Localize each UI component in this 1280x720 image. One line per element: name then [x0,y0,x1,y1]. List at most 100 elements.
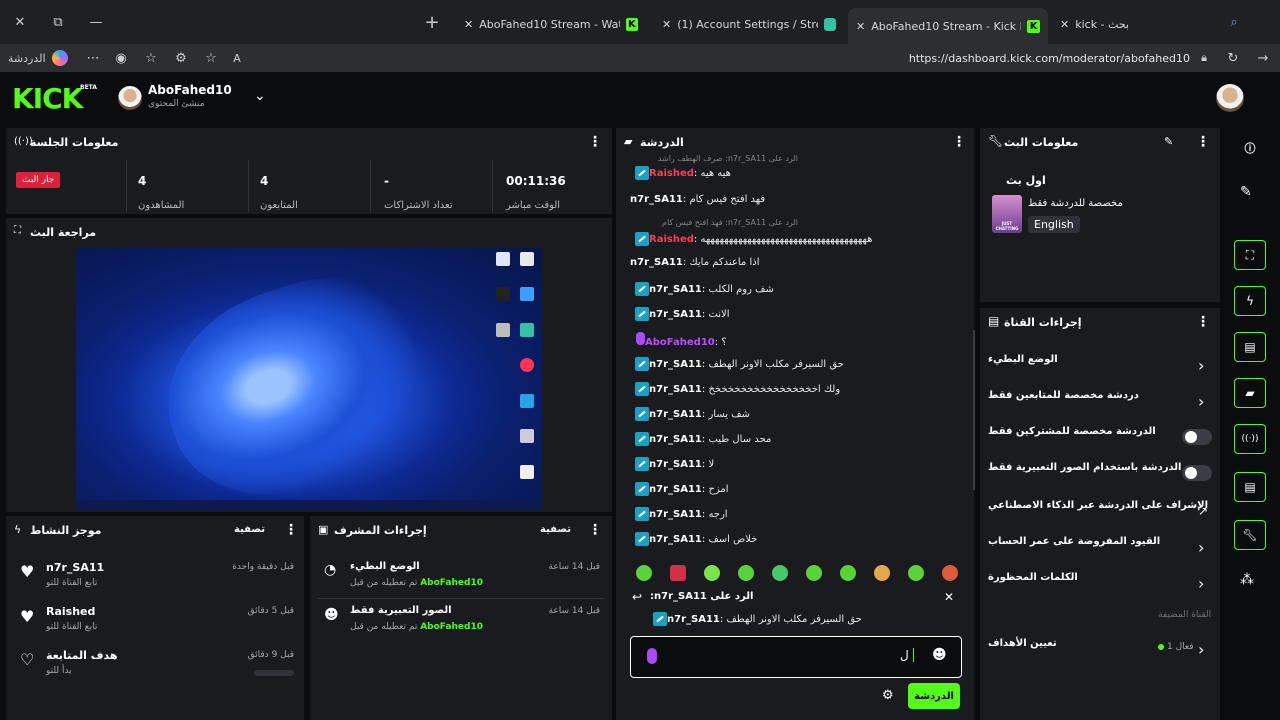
chat-username[interactable]: n7r_SA11 [630,257,683,268]
emotes-only-toggle[interactable] [1182,465,1212,481]
close-tab-icon[interactable]: ✕ [1060,18,1069,31]
kick-logo[interactable]: KICK [12,82,83,115]
read-aloud-icon[interactable]: A [228,48,246,68]
activity-menu-icon[interactable]: ⋮ [284,522,298,538]
edit-icon[interactable]: ✎ [1164,135,1173,148]
mic-icon[interactable] [647,648,657,664]
close-tab-icon[interactable]: ✕ [464,18,473,31]
avatar[interactable] [118,86,142,110]
chat-text: امزح [708,484,729,495]
chat-text: الانت [708,309,730,320]
category-thumbnail-text: JUST CHATTING [995,221,1019,231]
emote-icon[interactable] [772,565,788,581]
close-window-icon[interactable]: ✕ [10,12,30,32]
mod-menu-icon[interactable]: ⋮ [588,522,602,538]
chat-username[interactable]: n7r_SA11 [630,194,683,205]
chat-username[interactable]: n7r_SA11 [649,434,702,445]
chat-username[interactable]: n7r_SA11 [649,534,702,545]
chevron-down-icon[interactable]: ⌄ [254,88,266,104]
add-favorite-icon[interactable]: ☆ [202,48,220,68]
activity-feed-toggle[interactable]: ϟ [1234,286,1266,316]
emote-icon[interactable] [874,565,890,581]
emote-icon[interactable] [670,565,686,581]
favorites-icon[interactable]: ☆ [142,48,160,68]
stream-info-menu-icon[interactable]: ⋮ [1196,134,1210,150]
stream-info-toggle[interactable]: 🔧︎ [1234,520,1266,550]
activity-filter-button[interactable]: تصفية [234,524,265,535]
stream-category[interactable]: مخصصة للدردشة فقط [1028,198,1123,209]
channel-action-row[interactable]: الوضع البطيء › [986,354,1212,378]
emote-icon[interactable] [806,565,822,581]
new-tab-icon[interactable]: + [422,12,442,33]
tab-label: AboFahed10 Stream - Watch Live [479,17,620,31]
chat-menu-icon[interactable]: ⋮ [952,134,966,150]
stream-preview-toggle[interactable]: ⛶ [1234,240,1266,270]
tab-kick-dashboard[interactable]: ✕ AboFahed10 Stream - Kick Dashb K [848,8,1048,44]
set-goals-row[interactable]: تعيين الأهداف فعال 1 › [986,638,1212,662]
chat-message: n7r_SA11: لا [630,457,714,471]
close-tab-icon[interactable]: ✕ [662,18,671,31]
chat-username[interactable]: n7r_SA11 [649,459,702,470]
stream-preview-video[interactable] [76,248,542,510]
reload-icon[interactable]: ↻ [1224,48,1242,68]
mod-action-user: AboFahed10 [420,622,483,632]
chat-username[interactable]: n7r_SA11 [649,284,702,295]
restore-window-icon[interactable]: ⧉ [48,12,68,32]
edit-layout-icon[interactable]: ✎ [1240,184,1252,200]
session-menu-icon[interactable]: ⋮ [588,134,602,150]
chat-username[interactable]: n7r_SA11 [649,509,702,520]
chat-username[interactable]: n7r_SA11 [649,409,702,420]
channel-action-row[interactable]: الإشراف على الدردشة عبر الذكاء الاصطناعي… [986,500,1212,524]
chat-username[interactable]: n7r_SA11 [649,384,702,395]
channel-action-row[interactable]: الكلمات المحظورة › [986,572,1212,596]
emote-icon[interactable] [908,565,924,581]
chat-text: محد سال طيب [708,434,772,445]
close-tab-icon[interactable]: ✕ [856,20,865,33]
close-reply-icon[interactable]: ✕ [944,590,954,604]
channel-action-label: القيود المفروضة على عمر الحساب [988,536,1161,547]
channel-action-row[interactable]: القيود المفروضة على عمر الحساب › [986,536,1212,560]
mod-badge-icon [635,166,649,180]
emoji-picker-icon[interactable]: ☻ [932,647,947,663]
chat-username[interactable]: n7r_SA11 [649,484,702,495]
tab-watch-live[interactable]: ✕ AboFahed10 Stream - Watch Live K [456,10,646,38]
subs-label: تعداد الاشتراكات [384,200,453,211]
search-tabs-icon[interactable]: ⌕ [1224,12,1244,32]
mod-filter-button[interactable]: تصفية [540,524,571,535]
subscribers-only-toggle[interactable] [1182,429,1212,445]
tab-streamlabs[interactable]: ✕ (1) Account Settings / Streamlabs [654,10,844,38]
chat-username[interactable]: n7r_SA11 [649,359,702,370]
emote-icon[interactable] [704,565,720,581]
chat-username[interactable]: AboFahed10 [645,337,715,348]
chat-copilot-button[interactable]: الدردشة [8,48,68,68]
emote-icon[interactable] [942,565,958,581]
reply-to-label: الرد على n7r_SA11: [650,591,754,602]
minimize-window-icon[interactable]: — [86,12,106,32]
preview-icon: ⛶ [14,225,21,236]
session-info-toggle[interactable]: ((·)) [1234,424,1266,454]
send-chat-button[interactable]: الدردشة [908,683,960,709]
chat-settings-icon[interactable]: ⚙ [882,688,894,703]
mod-actions-toggle[interactable]: ▤ [1234,332,1266,362]
emote-icon[interactable] [840,565,856,581]
info-icon[interactable]: ⓘ [1240,138,1260,158]
language-tag: English [1028,216,1080,233]
channel-actions-menu-icon[interactable]: ⋮ [1196,314,1210,330]
more-icon[interactable]: ⋯ [84,48,102,68]
chat-username[interactable]: Raished [649,234,694,245]
tab-kick-search[interactable]: ✕ kick - بحث [1052,10,1252,38]
chat-username[interactable]: Raished [649,168,694,179]
more-widgets-icon[interactable]: ⁂ [1240,572,1254,588]
chat-toggle[interactable]: ▰ [1234,378,1266,408]
url-text[interactable]: https://dashboard.kick.com/moderator/abo… [900,48,1190,68]
chat-username[interactable]: n7r_SA11 [649,309,702,320]
channel-action-row[interactable]: دردشة مخصصة للمتابعين فقط › [986,390,1212,414]
channel-actions-scrollbar[interactable] [973,330,975,490]
emote-icon[interactable] [738,565,754,581]
channel-actions-toggle[interactable]: ▤ [1234,472,1266,502]
back-icon[interactable]: → [1254,48,1272,68]
profile-icon[interactable]: ◉ [112,48,130,68]
emote-icon[interactable] [636,565,652,581]
extensions-icon[interactable]: ⚙ [172,48,190,68]
user-avatar[interactable] [1216,84,1244,112]
